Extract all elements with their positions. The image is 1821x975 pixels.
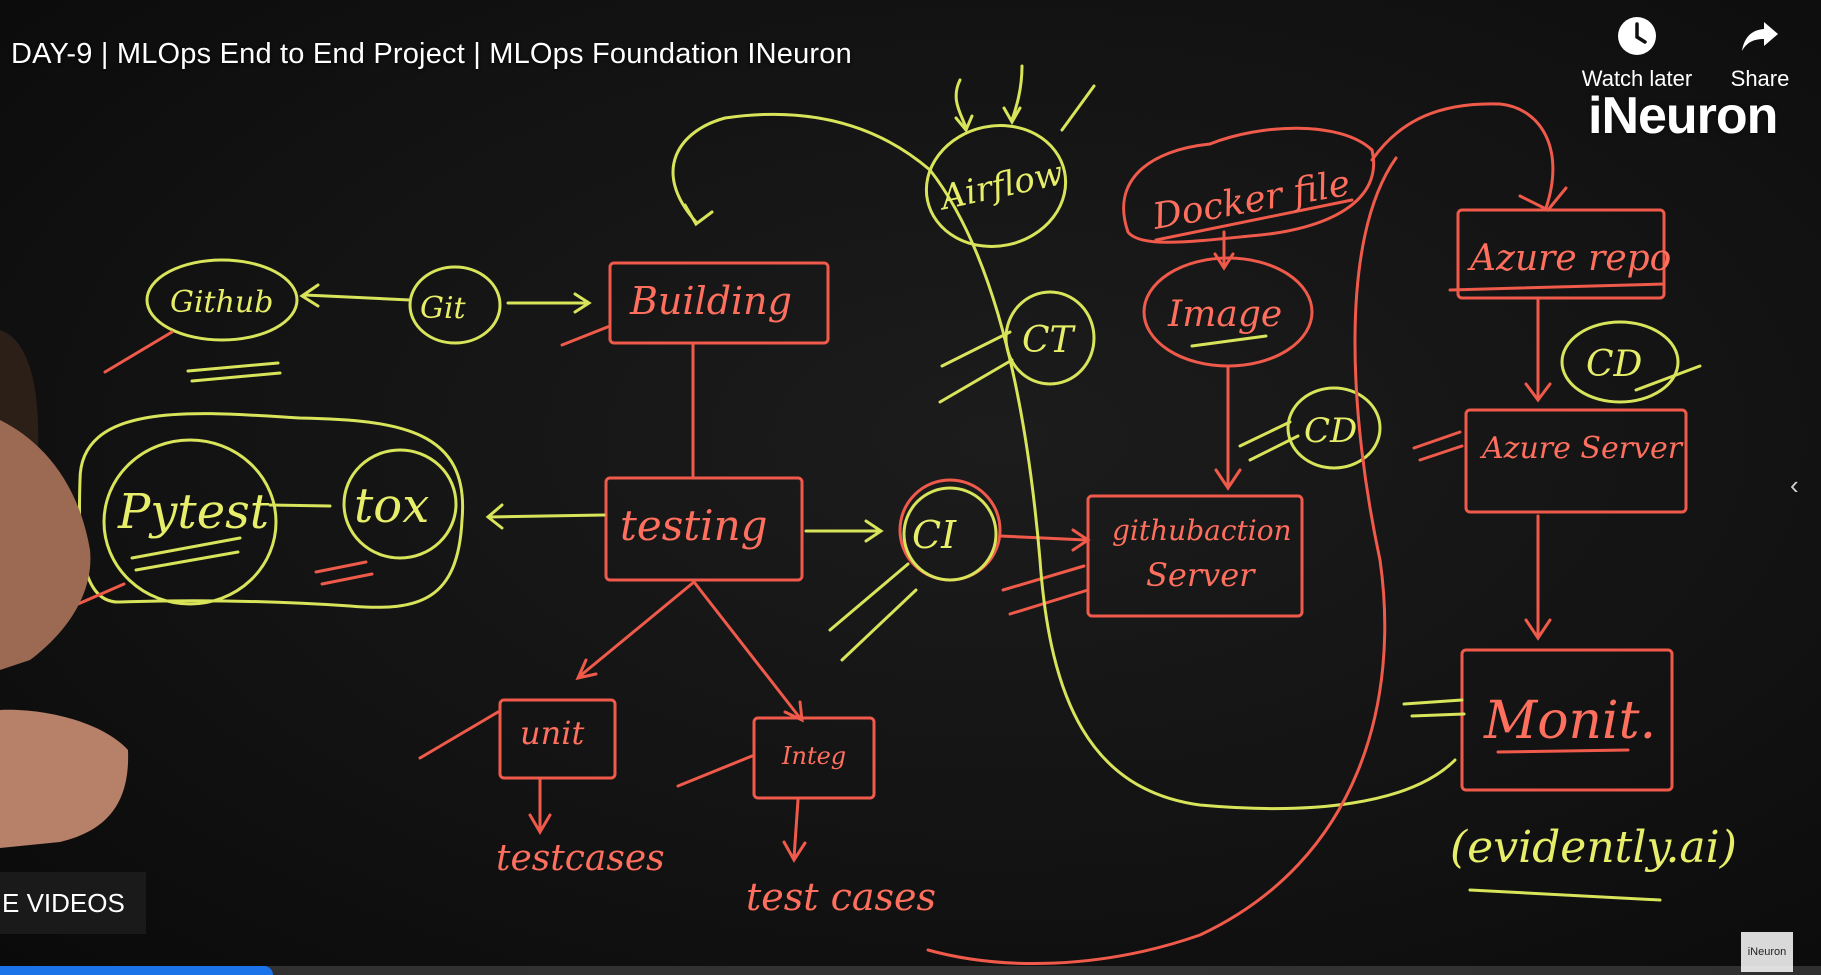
image-label: Image (1167, 294, 1282, 335)
github-label: Github (170, 285, 273, 320)
ct-label: CT (1022, 320, 1077, 361)
progress-bar[interactable] (0, 966, 1821, 975)
clock-icon (1618, 17, 1656, 55)
more-videos-button[interactable]: E VIDEOS (0, 872, 146, 934)
evidently-label: (evidently.ai) (1450, 822, 1737, 873)
cd-image-label: CD (1304, 411, 1357, 451)
progress-fill (0, 966, 274, 975)
video-title[interactable]: DAY-9 | MLOps End to End Project | MLOps… (11, 38, 852, 71)
ineuron-logo: iNeuron (1588, 87, 1778, 145)
tox-label: tox (354, 478, 429, 534)
testcases-left-label: testcases (496, 838, 665, 879)
unit-label: unit (520, 714, 584, 752)
github-actions-server-label-line1: githubaction (1112, 514, 1292, 547)
more-videos-label: E VIDEOS (2, 887, 125, 918)
git-label: Git (420, 291, 467, 326)
video-player[interactable]: Github Git Building Airflow CT Docker fi… (0, 0, 1821, 975)
dockerfile-label: Docker file (1149, 163, 1353, 238)
presenter-silhouette (0, 330, 129, 848)
share-arrow-icon (1742, 22, 1778, 51)
pytest-label: Pytest (117, 484, 270, 540)
watermark-label: iNeuron (1747, 946, 1787, 958)
whiteboard-diagram: Github Git Building Airflow CT Docker fi… (76, 64, 1737, 965)
cd-azure-label: CD (1586, 344, 1643, 385)
chevron-left-icon[interactable]: ‹ (1790, 470, 1799, 501)
ci-label: CI (912, 513, 957, 557)
integ-label: Integ (781, 742, 846, 770)
azure-server-label: Azure Server (1479, 431, 1684, 466)
github-actions-server-label-line2: Server (1146, 556, 1256, 594)
azure-repo-label: Azure repo (1467, 238, 1671, 279)
building-label: Building (629, 279, 792, 323)
monit-label: Monit. (1483, 691, 1656, 751)
airflow-label: Airflow (934, 153, 1066, 219)
testing-label: testing (620, 501, 768, 550)
testcases-right-label: test cases (746, 875, 936, 919)
share-button[interactable]: Share (1685, 14, 1821, 92)
